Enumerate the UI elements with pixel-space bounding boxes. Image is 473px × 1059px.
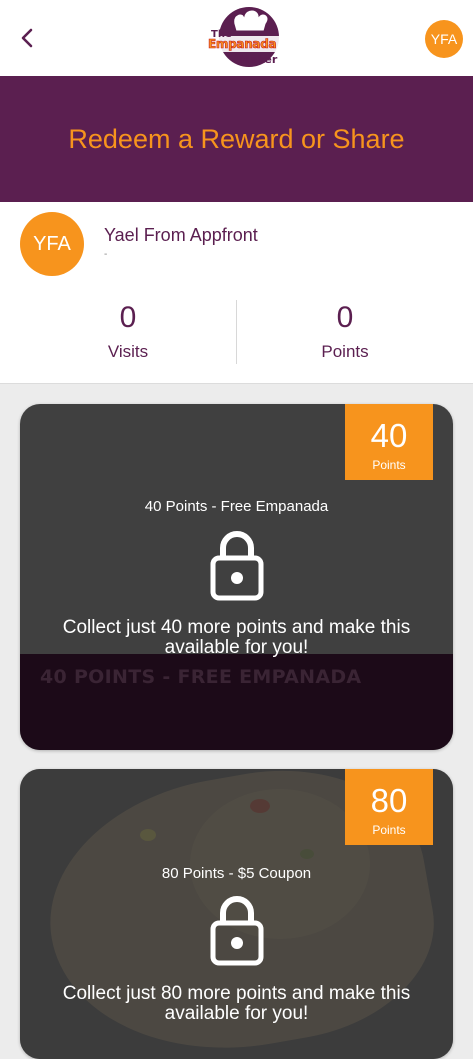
chevron-left-icon (21, 28, 33, 48)
profile-section: YFA Yael From Appfront - 0 Visits 0 Poin… (0, 202, 473, 384)
points-badge-value: 80 (370, 782, 408, 819)
top-bar: The Empanada Maker YFA (0, 0, 473, 76)
brand-logo: The Empanada Maker (206, 4, 292, 70)
visits-label: Visits (107, 342, 149, 361)
points-count: 0 (336, 301, 354, 334)
points-badge: 80 Points (345, 769, 433, 845)
back-button[interactable] (14, 24, 40, 52)
lock-icon (210, 896, 264, 966)
visits-stat: 0 Visits (10, 300, 246, 362)
avatar: YFA (20, 212, 84, 276)
profile-subtitle: - (104, 249, 108, 260)
reward-card[interactable]: 80 Points 80 Points - $5 Coupon Collect … (20, 769, 453, 1059)
reward-message: Collect just 80 more points and make thi… (62, 983, 411, 1024)
points-badge-label: Points (372, 823, 406, 837)
visits-count: 0 (119, 301, 137, 334)
reward-card[interactable]: 40 POINTS - FREE EMPANADA 40 Points 40 P… (20, 404, 453, 750)
points-badge-label: Points (372, 458, 406, 472)
reward-title: 80 Points - $5 Coupon (161, 865, 312, 882)
reward-title: 40 Points - Free Empanada (144, 498, 329, 515)
profile-name: Yael From Appfront (104, 225, 258, 245)
page-title: Redeem a Reward or Share (68, 123, 405, 154)
reward-image-text: 40 POINTS - FREE EMPANADA (40, 666, 362, 688)
points-badge: 40 Points (345, 404, 433, 480)
page-banner: Redeem a Reward or Share (0, 76, 473, 202)
points-label: Points (321, 342, 369, 361)
user-avatar-button[interactable]: YFA (425, 20, 463, 58)
lock-icon (210, 531, 264, 601)
points-badge-value: 40 (370, 417, 408, 454)
reward-message: Collect just 40 more points and make thi… (62, 617, 411, 658)
points-stat: 0 Points (227, 300, 463, 362)
